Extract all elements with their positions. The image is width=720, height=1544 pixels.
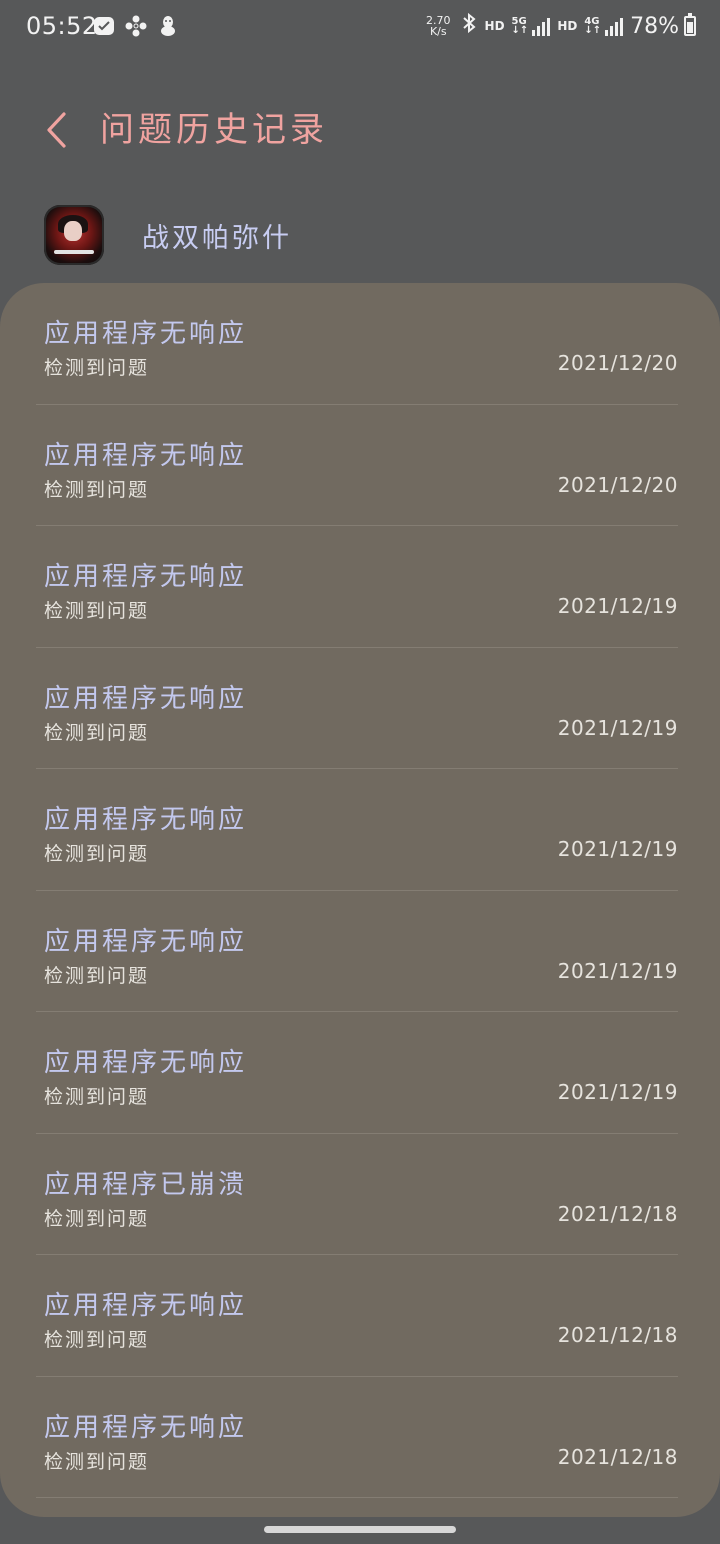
history-item-subtitle: 检测到问题 <box>44 478 150 501</box>
history-item-title: 应用程序无响应 <box>44 1048 248 1078</box>
history-item-title: 应用程序无响应 <box>44 562 248 592</box>
history-item-date: 2021/12/18 <box>557 1323 678 1347</box>
history-item-date: 2021/12/20 <box>557 351 678 375</box>
back-button[interactable] <box>36 104 76 156</box>
history-item-title: 应用程序无响应 <box>44 440 248 471</box>
history-item[interactable]: 应用程序无响应 检测到问题 2021/12/20 <box>36 283 678 404</box>
history-item-subtitle: 检测到问题 <box>44 1207 150 1230</box>
history-item-title: 应用程序无响应 <box>44 1412 248 1443</box>
penguin-icon <box>156 14 180 38</box>
history-card: 应用程序无响应 检测到问题 2021/12/20 应用程序无响应 检测到问题 2… <box>0 283 720 1517</box>
history-item-date: 2021/12/19 <box>557 958 678 983</box>
hd-badge: HD <box>484 19 505 33</box>
history-item-subtitle: 检测到问题 <box>44 964 150 987</box>
history-item-subtitle: 检测到问题 <box>44 600 150 622</box>
history-item-date: 2021/12/18 <box>557 1444 678 1469</box>
signal-icon <box>605 16 624 36</box>
history-item-title: 应用程序无响应 <box>44 805 248 835</box>
history-item-subtitle: 检测到问题 <box>44 843 150 865</box>
network-speed: 2.70 K/s <box>426 14 451 38</box>
history-item-subtitle: 检测到问题 <box>44 1329 150 1351</box>
history-item[interactable]: 应用程序无响应 检测到问题 2021/12/19 <box>36 525 678 647</box>
history-item[interactable]: 应用程序无响应 检测到问题 2021/12/19 <box>36 646 678 769</box>
hd-badge: HD <box>557 19 578 33</box>
status-time: 05:52 <box>26 12 98 40</box>
history-item[interactable]: 应用程序无响应 检测到问题 2021/12/19 <box>36 1011 678 1133</box>
history-item-subtitle: 检测到问题 <box>44 1086 150 1108</box>
home-indicator[interactable] <box>264 1526 456 1533</box>
history-item-title: 应用程序无响应 <box>44 319 248 349</box>
status-bar: 05:52 2.70 K/s HD 5G ↓↑ HD 4G ↓↑ 78% <box>0 0 720 56</box>
history-item[interactable]: 应用程序无响应 检测到问题 2021/12/19 <box>36 889 678 1012</box>
network-type-4g: 4G ↓↑ <box>584 16 602 36</box>
history-list: 应用程序无响应 检测到问题 2021/12/20 应用程序无响应 检测到问题 2… <box>36 283 678 1498</box>
history-item[interactable]: 应用程序已崩溃 检测到问题 2021/12/18 <box>36 1132 678 1255</box>
history-item[interactable]: 应用程序无响应 检测到问题 2021/12/19 <box>36 768 678 890</box>
signal-icon <box>532 16 551 36</box>
history-item-date: 2021/12/20 <box>557 472 678 497</box>
history-item-subtitle: 检测到问题 <box>44 357 150 379</box>
history-item-title: 应用程序无响应 <box>44 683 248 714</box>
history-item-date: 2021/12/19 <box>557 837 678 861</box>
battery-icon <box>684 13 696 36</box>
notification-icons <box>92 14 180 38</box>
history-item-subtitle: 检测到问题 <box>44 1450 150 1473</box>
battery-percent: 78% <box>630 13 679 39</box>
network-type-5g: 5G ↓↑ <box>511 16 529 36</box>
chevron-left-icon <box>47 112 66 148</box>
history-item-date: 2021/12/18 <box>557 1201 678 1226</box>
history-item-title: 应用程序无响应 <box>44 926 248 957</box>
page-title: 问题历史记录 <box>100 110 328 150</box>
history-item-title: 应用程序已崩溃 <box>44 1169 248 1200</box>
status-right: 2.70 K/s HD 5G ↓↑ HD 4G ↓↑ 78% <box>426 12 696 40</box>
history-item-subtitle: 检测到问题 <box>44 721 150 744</box>
app-icon <box>44 205 104 265</box>
history-item-date: 2021/12/19 <box>557 1080 678 1104</box>
history-item-date: 2021/12/19 <box>557 594 678 618</box>
header: 问题历史记录 <box>0 98 720 162</box>
fan-icon <box>124 14 148 38</box>
bluetooth-icon <box>460 12 478 40</box>
app-row: 战双帕弥什 <box>0 200 720 270</box>
history-item[interactable]: 应用程序无响应 检测到问题 2021/12/18 <box>36 1375 678 1498</box>
check-badge-icon <box>92 14 116 38</box>
history-item[interactable]: 应用程序无响应 检测到问题 2021/12/18 <box>36 1254 678 1376</box>
history-item-date: 2021/12/19 <box>557 715 678 740</box>
screen: 05:52 2.70 K/s HD 5G ↓↑ HD 4G ↓↑ 78% 问题历… <box>0 0 720 1544</box>
app-name: 战双帕弥什 <box>142 223 292 254</box>
history-item[interactable]: 应用程序无响应 检测到问题 2021/12/20 <box>36 403 678 526</box>
history-item-title: 应用程序无响应 <box>44 1291 248 1321</box>
